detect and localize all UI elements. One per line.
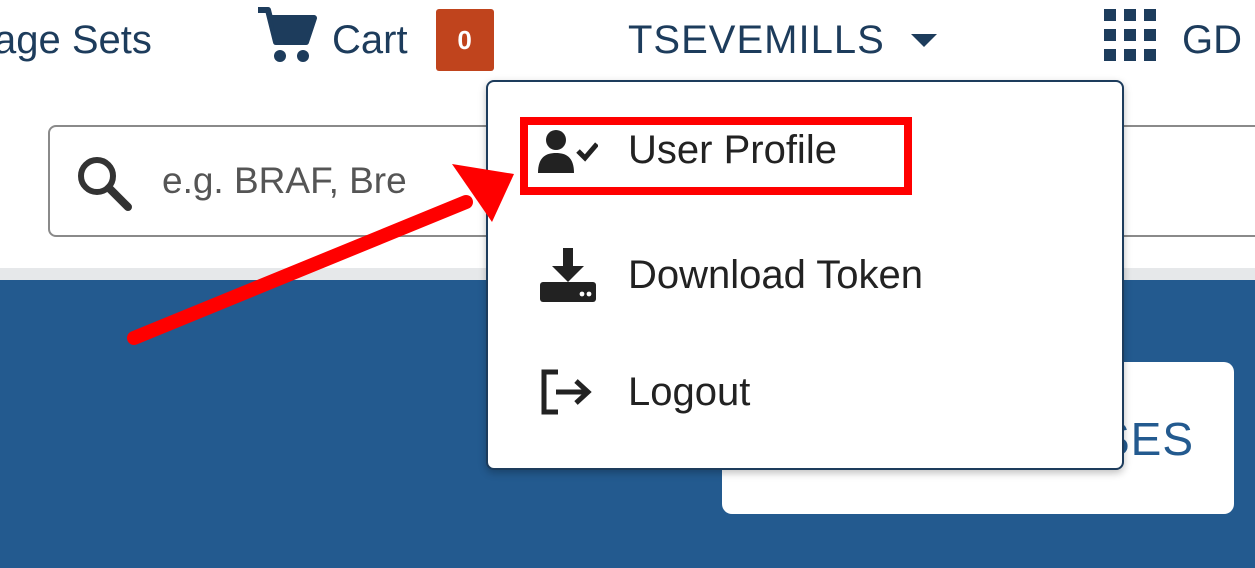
apps-menu-toggle[interactable]: GD bbox=[1104, 0, 1242, 80]
nav-image-sets-label: age Sets bbox=[0, 17, 152, 62]
apps-grid-icon bbox=[1104, 9, 1156, 71]
search-icon bbox=[74, 153, 134, 218]
menu-item-download-token[interactable]: Download Token bbox=[538, 248, 923, 302]
apps-label: GD bbox=[1182, 17, 1242, 62]
top-navigation-bar: age Sets Cart 0 TSEVEMILLS GD bbox=[0, 0, 1255, 80]
cart-label: Cart bbox=[332, 17, 408, 62]
nav-image-sets-link[interactable]: age Sets bbox=[0, 0, 152, 80]
download-icon bbox=[538, 248, 598, 302]
cart-icon bbox=[256, 6, 318, 74]
search-input[interactable] bbox=[162, 149, 542, 213]
annotation-highlight-box bbox=[520, 117, 912, 195]
user-menu-toggle[interactable]: TSEVEMILLS bbox=[628, 0, 937, 80]
logout-icon bbox=[538, 368, 598, 416]
menu-item-label: Logout bbox=[628, 369, 751, 414]
nav-cart-link[interactable]: Cart 0 bbox=[256, 0, 494, 80]
username-label: TSEVEMILLS bbox=[628, 17, 885, 62]
cart-count-badge: 0 bbox=[435, 9, 494, 71]
menu-item-logout[interactable]: Logout bbox=[538, 368, 750, 416]
menu-item-label: Download Token bbox=[628, 252, 924, 297]
caret-down-icon bbox=[910, 33, 937, 47]
